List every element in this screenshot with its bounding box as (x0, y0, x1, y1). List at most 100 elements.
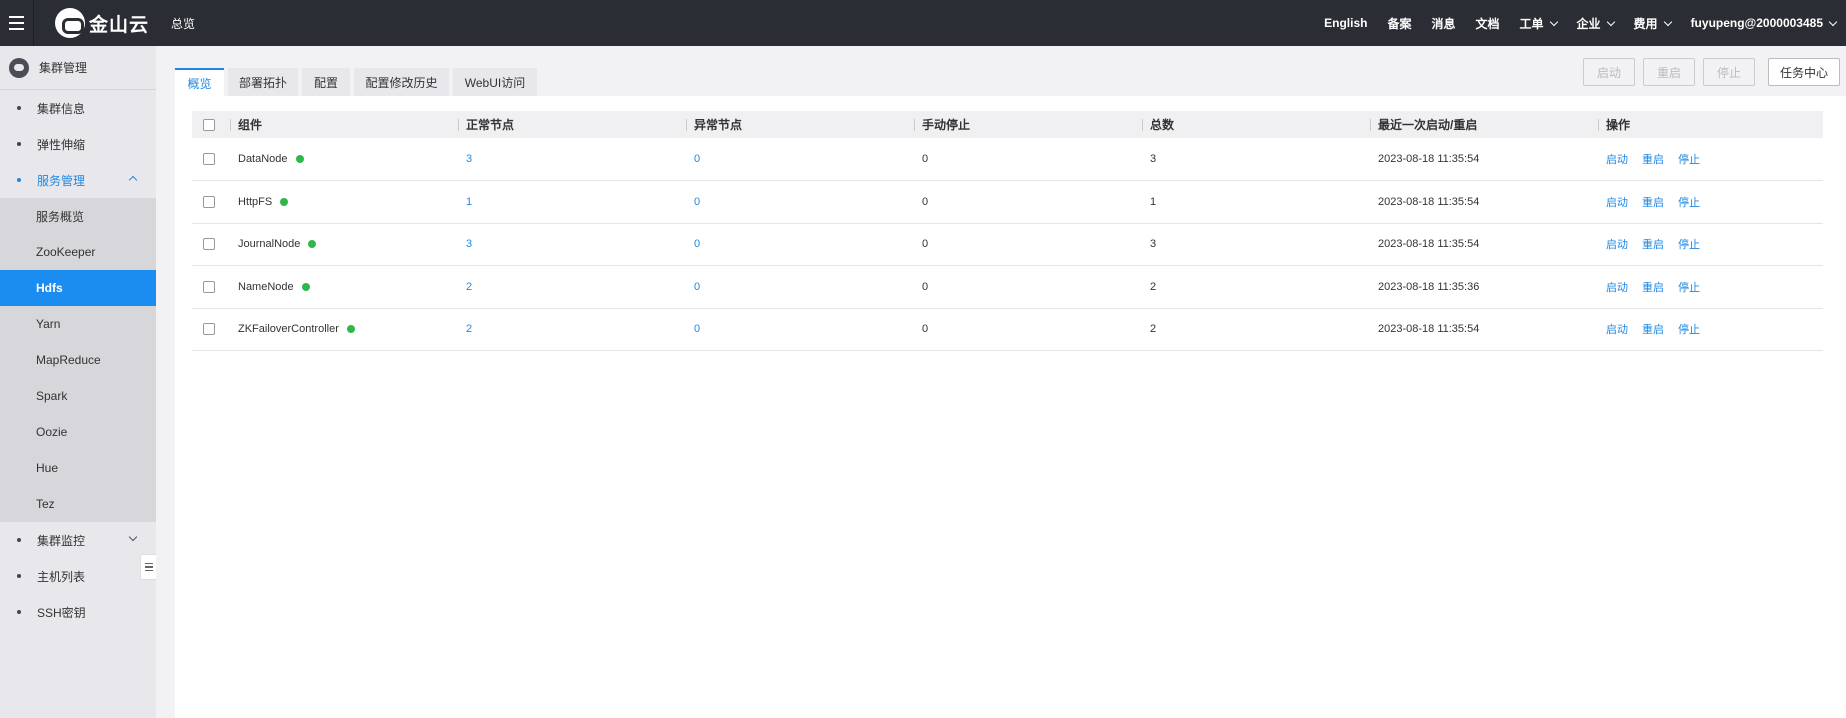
overview-link[interactable]: 总览 (171, 15, 195, 32)
start-button[interactable]: 启动 (1583, 58, 1635, 86)
topnav-item[interactable]: fuyupeng@2000003485 (1691, 16, 1838, 30)
row-checkbox[interactable] (203, 280, 215, 293)
row-start-link[interactable]: 启动 (1606, 282, 1628, 294)
row-restart-link[interactable]: 重启 (1642, 154, 1664, 166)
row-start-link[interactable]: 启动 (1606, 154, 1628, 166)
topnav-item[interactable]: English (1324, 16, 1367, 30)
component-name: JournalNode (238, 238, 301, 251)
abnormal-nodes-link[interactable]: 0 (694, 323, 700, 335)
normal-nodes-link[interactable]: 3 (466, 153, 472, 165)
sidebar-subitem-yarn[interactable]: Yarn (0, 306, 156, 342)
component-name: NameNode (238, 280, 294, 293)
logo[interactable]: 金山云 (55, 8, 149, 38)
menu-icon[interactable] (0, 0, 34, 46)
topnav-item-label: 费用 (1633, 16, 1658, 31)
row-stop-link[interactable]: 停止 (1678, 239, 1700, 251)
column-header-total: 总数 (1142, 111, 1370, 138)
top-nav-right: English 备案 消息 文档 工单 企业 费用 fuyupeng@2000003485 (1304, 0, 1846, 46)
status-ok-icon (301, 282, 310, 291)
tab-deployment-topology[interactable]: 部署拓扑 (228, 68, 298, 96)
sidebar-item-cluster-info[interactable]: 集群信息 (0, 90, 156, 126)
last-start-cell: 2023-08-18 11:35:54 (1370, 308, 1598, 351)
sidebar-item-label: 集群信息 (37, 101, 86, 116)
tab-webui-access[interactable]: WebUI访问 (453, 68, 537, 96)
normal-nodes-link[interactable]: 3 (466, 238, 472, 250)
abnormal-nodes-link[interactable]: 0 (694, 153, 700, 165)
tab-config[interactable]: 配置 (302, 68, 350, 96)
normal-nodes-link[interactable]: 2 (466, 323, 472, 335)
row-checkbox[interactable] (203, 238, 215, 251)
top-bar: 金山云 总览 English 备案 消息 文档 工单 企业 费用 fuyupeng@20000… (0, 0, 1846, 46)
row-checkbox[interactable] (203, 153, 215, 165)
row-start-link[interactable]: 启动 (1606, 324, 1628, 336)
select-all-checkbox[interactable] (203, 118, 215, 131)
total-cell: 1 (1142, 180, 1370, 224)
sidebar-subitem-服务概览[interactable]: 服务概览 (0, 198, 156, 234)
row-restart-link[interactable]: 重启 (1642, 282, 1664, 294)
row-restart-link[interactable]: 重启 (1642, 324, 1664, 336)
column-header-abnormal: 异常节点 (686, 111, 914, 138)
topnav-item-label: 工单 (1519, 16, 1544, 31)
sidebar-subitem-oozie[interactable]: Oozie (0, 414, 156, 450)
sidebar-subitem-hue[interactable]: Hue (0, 450, 156, 486)
abnormal-nodes-link[interactable]: 0 (694, 281, 700, 293)
row-restart-link[interactable]: 重启 (1642, 197, 1664, 209)
row-start-link[interactable]: 启动 (1606, 197, 1628, 209)
stopped-cell: 0 (914, 138, 1142, 181)
components-table: 组件 正常节点 异常节点 手动停止 总数 最近一次启动/重启 操作 DataNo… (192, 111, 1823, 351)
row-stop-link[interactable]: 停止 (1678, 324, 1700, 336)
sidebar-header[interactable]: 集群管理 (0, 46, 156, 90)
sidebar-item-host-list[interactable]: 主机列表 (0, 558, 156, 594)
chevron-down-icon (128, 532, 138, 542)
collapse-sidebar-icon[interactable] (140, 554, 156, 580)
normal-nodes-link[interactable]: 1 (466, 196, 472, 208)
sidebar-item-service-management[interactable]: 服务管理 (0, 162, 156, 198)
status-ok-icon (308, 240, 317, 249)
abnormal-nodes-link[interactable]: 0 (694, 238, 700, 250)
sidebar-item-cluster-monitoring[interactable]: 集群监控 (0, 522, 156, 558)
sidebar-subitem-mapreduce[interactable]: MapReduce (0, 342, 156, 378)
actions-cell: 启动 重启 停止 (1598, 223, 1823, 266)
sidebar-subitem-spark[interactable]: Spark (0, 378, 156, 414)
sidebar-item-label: 弹性伸缩 (37, 137, 86, 152)
task-center-button[interactable]: 任务中心 (1768, 58, 1840, 86)
bullet-icon (17, 142, 21, 146)
bullet-icon (17, 574, 21, 578)
row-stop-link[interactable]: 停止 (1678, 197, 1700, 209)
normal-nodes-link[interactable]: 2 (466, 281, 472, 293)
row-restart-link[interactable]: 重启 (1642, 239, 1664, 251)
row-stop-link[interactable]: 停止 (1678, 282, 1700, 294)
topnav-item-label: 文档 (1475, 16, 1500, 31)
component-name: DataNode (238, 153, 288, 165)
restart-button[interactable]: 重启 (1643, 58, 1695, 86)
column-header-actions: 操作 (1598, 111, 1823, 138)
sidebar-subitem-tez[interactable]: Tez (0, 486, 156, 522)
topnav-item[interactable]: 企业 (1576, 15, 1615, 32)
row-start-link[interactable]: 启动 (1606, 239, 1628, 251)
table-row: ZKFailoverController 2 0 0 2 2023-08-18 11:35… (192, 308, 1823, 351)
sidebar-subitem-hdfs[interactable]: Hdfs (0, 270, 156, 306)
stop-button[interactable]: 停止 (1703, 58, 1755, 86)
chevron-up-icon (128, 175, 138, 185)
sidebar-item-autoscaling[interactable]: 弹性伸缩 (0, 126, 156, 162)
topnav-item[interactable]: 消息 (1431, 15, 1455, 32)
sidebar-subitem-zookeeper[interactable]: ZooKeeper (0, 234, 156, 270)
tab-overview[interactable]: 概览 (175, 68, 224, 96)
total-cell: 2 (1142, 265, 1370, 309)
abnormal-nodes-link[interactable]: 0 (694, 196, 700, 208)
sidebar-item-label: 主机列表 (37, 569, 86, 584)
row-checkbox[interactable] (203, 323, 215, 336)
topnav-item[interactable]: 文档 (1476, 15, 1500, 32)
row-stop-link[interactable]: 停止 (1678, 154, 1700, 166)
topnav-item[interactable]: 费用 (1633, 15, 1672, 32)
sidebar-item-ssh-keys[interactable]: SSH密钥 (0, 594, 156, 630)
row-select-cell (192, 308, 230, 351)
normal-cell: 3 (458, 223, 686, 266)
stopped-cell: 0 (914, 223, 1142, 266)
topnav-item-label: 企业 (1576, 16, 1601, 31)
topnav-item[interactable]: 备案 (1387, 15, 1411, 32)
tab-config-history[interactable]: 配置修改历史 (354, 68, 449, 96)
row-checkbox[interactable] (203, 195, 215, 208)
topnav-item[interactable]: 工单 (1519, 15, 1558, 32)
row-select-cell (192, 265, 230, 309)
